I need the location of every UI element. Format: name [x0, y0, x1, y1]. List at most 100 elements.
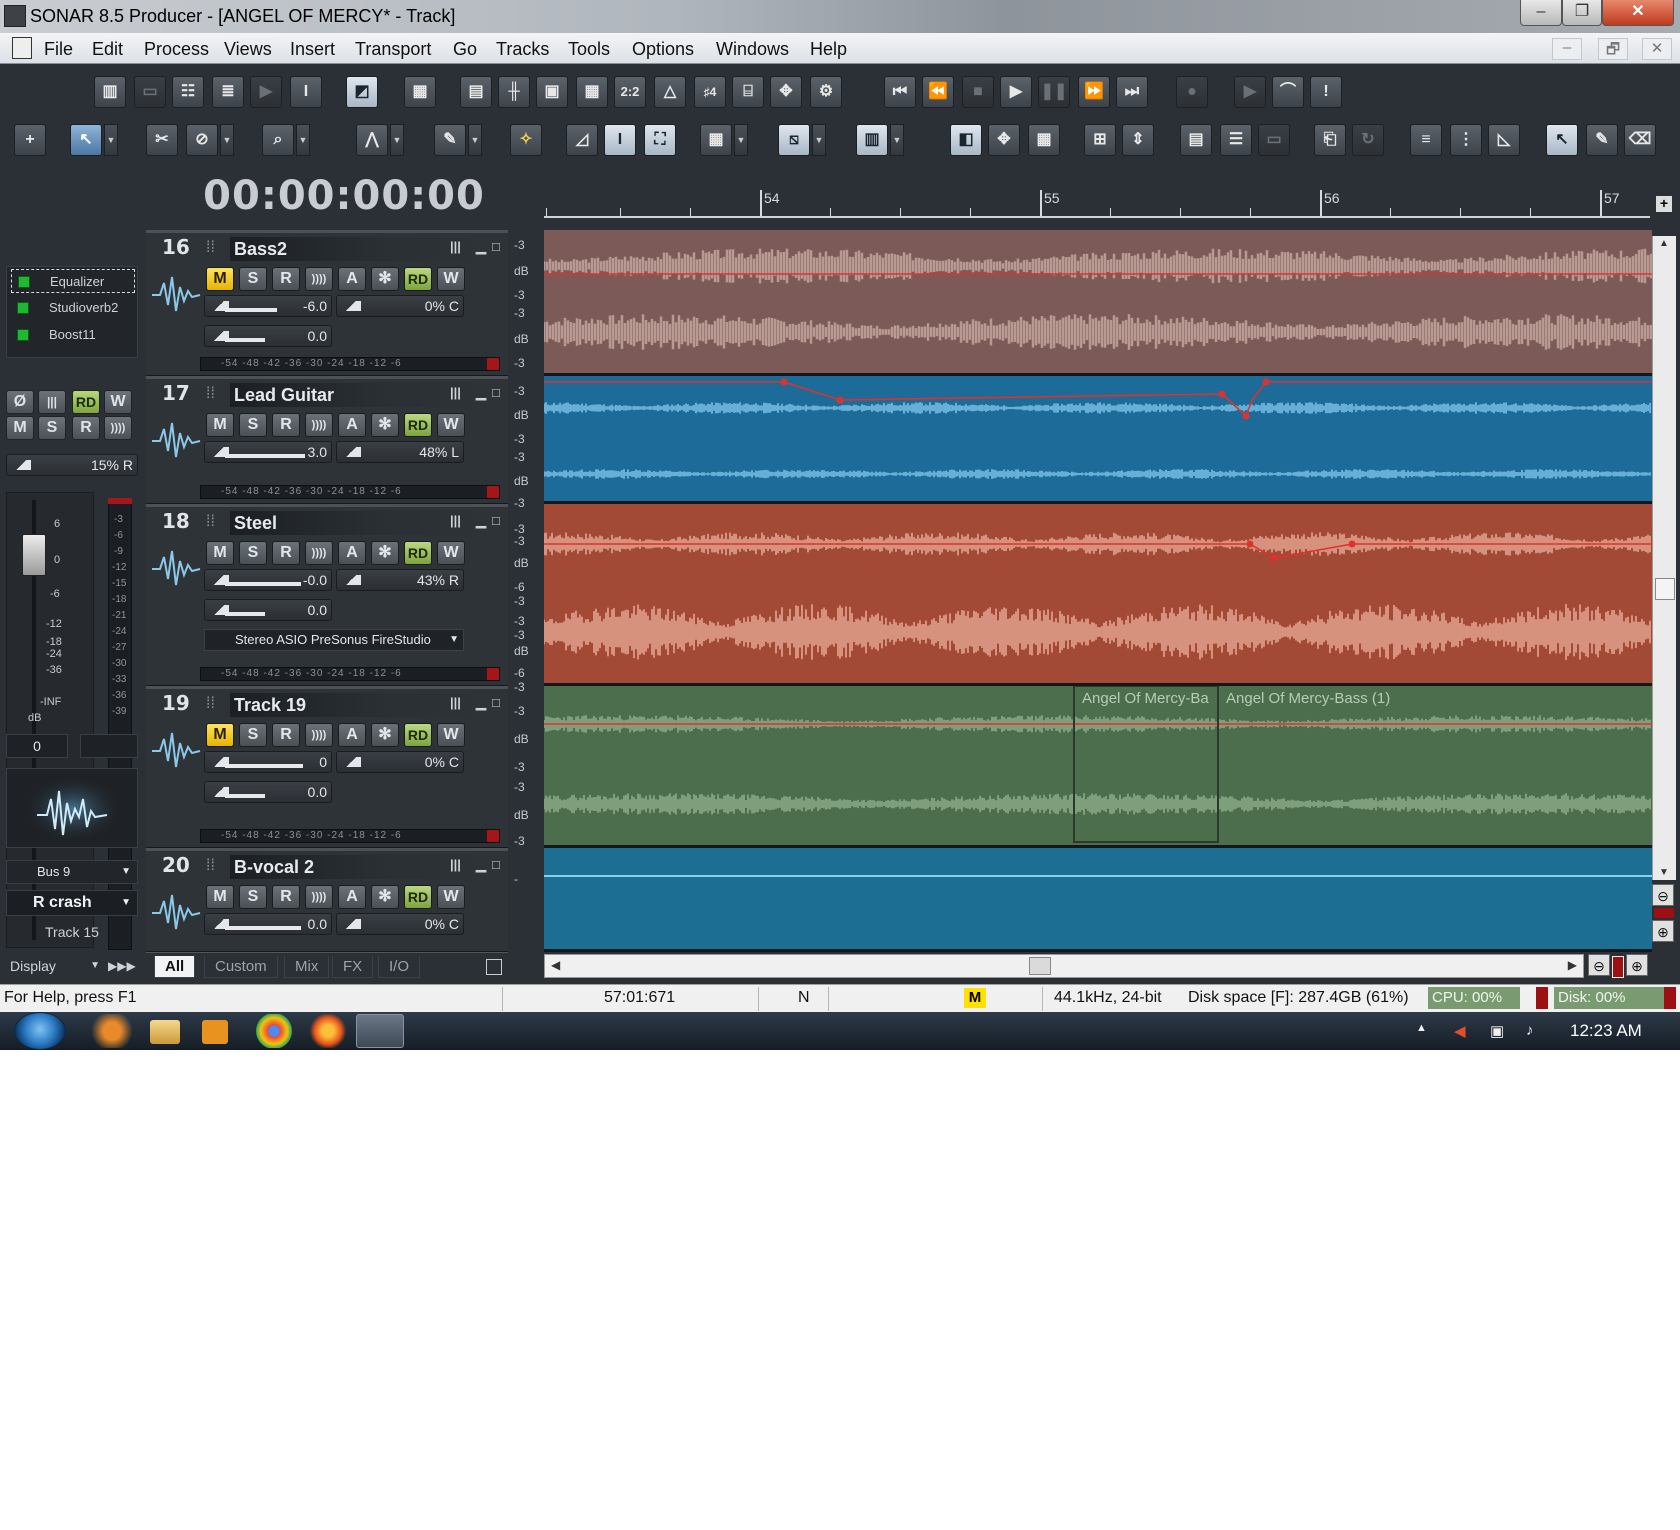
automation-read-button[interactable]: RD	[404, 267, 432, 291]
markers-view-icon[interactable]: ⌸	[732, 76, 764, 108]
key-sig-icon[interactable]: ♯4	[694, 76, 726, 108]
track-folder-icon[interactable]: ▭	[1258, 124, 1290, 156]
mixer-toggle-icon[interactable]: ⋮	[1450, 124, 1482, 156]
archive-button[interactable]: A	[338, 885, 366, 909]
zoom-in-horizontal-icon[interactable]: ⊕	[1626, 954, 1648, 976]
layout-dropdown[interactable]: ▼	[890, 124, 904, 156]
pan-slider[interactable]: 0% C	[336, 751, 464, 773]
expand-arrows-icon[interactable]: ▶▶▶	[108, 954, 136, 978]
solo-button[interactable]: S	[239, 885, 267, 909]
media-player-taskbar-icon[interactable]	[202, 1020, 228, 1044]
solo-button[interactable]: S	[239, 541, 267, 565]
fit-project-icon[interactable]: ⛶	[644, 124, 676, 156]
browser-view-icon[interactable]: ◩	[346, 76, 378, 108]
fx-enabled-led[interactable]	[17, 302, 29, 314]
automation-read-button[interactable]: RD	[404, 723, 432, 747]
clip-lane[interactable]	[544, 848, 1652, 952]
rewind-to-start-icon[interactable]: ⏮	[884, 76, 916, 108]
input-echo-button[interactable]: ))))	[305, 267, 333, 291]
archive-button[interactable]: A	[338, 541, 366, 565]
trim-slider[interactable]: 0.0	[204, 325, 332, 347]
interleave-button[interactable]: |||	[38, 390, 66, 414]
sonar-taskbar-icon[interactable]	[356, 1014, 404, 1048]
menu-tracks[interactable]: Tracks	[496, 39, 549, 60]
staff-view-icon[interactable]: ▭	[134, 76, 166, 108]
navigator-icon[interactable]: ✥	[770, 76, 802, 108]
pause-icon[interactable]: ❚❚	[1038, 76, 1070, 108]
track-maximize-icon[interactable]: □	[492, 513, 500, 528]
bus-selector[interactable]: Bus 9 ▼	[6, 860, 138, 884]
record-automation-icon[interactable]: ▶	[1234, 76, 1266, 108]
draw-tool-icon[interactable]: ✎	[434, 124, 466, 156]
record-arm-button[interactable]: R	[272, 885, 300, 909]
menu-tools[interactable]: Tools	[568, 39, 610, 60]
fx-bin[interactable]: Equalizer Studioverb2 Boost11	[6, 266, 138, 358]
zoom-in-horizontal-icon[interactable]: ◧	[950, 124, 982, 156]
horizontal-scroll-thumb[interactable]	[1029, 957, 1051, 975]
solo-button[interactable]: S	[239, 723, 267, 747]
menu-options[interactable]: Options	[632, 39, 694, 60]
track-minimize-icon[interactable]: ▁	[476, 239, 486, 255]
explorer-taskbar-icon[interactable]	[150, 1020, 180, 1044]
play-icon[interactable]: ▶	[1000, 76, 1032, 108]
phase-button[interactable]: Ø	[6, 390, 34, 414]
document-icon[interactable]	[12, 37, 32, 59]
fx-item[interactable]: Studioverb2	[11, 296, 135, 320]
scroll-left-icon[interactable]: ◀	[551, 958, 560, 972]
undo-history-icon[interactable]: ↻	[1352, 124, 1384, 156]
input-echo-button[interactable]: ))))	[305, 413, 333, 437]
volume-slider[interactable]: -0.0	[204, 569, 332, 591]
bounce-icon[interactable]: ⎗	[1314, 124, 1346, 156]
horizontal-zoom-slider[interactable]	[1612, 956, 1624, 978]
track-maximize-icon[interactable]: □	[492, 385, 500, 400]
track-name[interactable]: Steel	[230, 511, 480, 535]
tab-all[interactable]: All	[154, 956, 196, 978]
volume-slider[interactable]: 3.0	[204, 441, 332, 463]
tab-fx[interactable]: FX	[332, 956, 374, 978]
track-header[interactable]: 17 ⁞⁞ Lead Guitar ||| ▁ □ M S R )))) A ✻…	[146, 376, 508, 504]
tab-options-icon[interactable]	[486, 959, 502, 975]
crossfade-icon[interactable]: ⧅	[778, 124, 810, 156]
firefox-taskbar-icon[interactable]	[304, 1014, 352, 1048]
menu-process[interactable]: Process	[144, 39, 209, 60]
grip-icon[interactable]: ⁞⁞	[206, 385, 215, 403]
track-header[interactable]: 20 ⁞⁞ B-vocal 2 ||| ▁ □ M S R )))) A ✻ R…	[146, 848, 508, 952]
envelope-tool-icon[interactable]: ⋀	[356, 124, 388, 156]
vertical-zoom-slider[interactable]	[1654, 908, 1674, 918]
automation-write-button[interactable]: W	[437, 413, 465, 437]
track-minimize-icon[interactable]: ▁	[476, 513, 486, 529]
inspector-value-left[interactable]: 0	[6, 734, 68, 758]
automation-write-button[interactable]: W	[437, 541, 465, 565]
freeze-button[interactable]: ✻	[371, 267, 399, 291]
input-echo-button[interactable]: ))))	[305, 723, 333, 747]
mute-button[interactable]: M	[206, 541, 234, 565]
audio-snap-icon[interactable]: ◿	[566, 124, 598, 156]
solo-button[interactable]: S	[239, 413, 267, 437]
panic-icon[interactable]: !	[1310, 76, 1342, 108]
ruler-expand-button[interactable]: +	[1656, 196, 1672, 212]
inspector-mute-button[interactable]: M	[6, 416, 34, 440]
close-button[interactable]: ✕	[1602, 0, 1674, 26]
inspector-record-button[interactable]: R	[72, 416, 100, 440]
snap-icon[interactable]: ✧	[510, 124, 542, 156]
list-view-icon[interactable]: ≣	[212, 76, 244, 108]
mdi-restore-button[interactable]: 🗗	[1598, 38, 1628, 60]
timeline-ruler[interactable]: 54 55 56 57	[544, 170, 1650, 218]
scroll-right-icon[interactable]: ▶	[1568, 958, 1577, 972]
clip-lane[interactable]	[544, 504, 1652, 686]
trim-slider[interactable]: 0.0	[204, 781, 332, 803]
menu-insert[interactable]: Insert	[290, 39, 335, 60]
network-icon[interactable]: ▣	[1490, 1022, 1504, 1040]
freeze-button[interactable]: ✻	[371, 723, 399, 747]
track-name[interactable]: Track 19	[230, 693, 480, 717]
track-header[interactable]: 19 ⁞⁞ Track 19 ||| ▁ □ M S R )))) A ✻ RD…	[146, 686, 508, 848]
inspector-solo-button[interactable]: S	[38, 416, 66, 440]
zoom-out-vertical-icon[interactable]: ⊖	[1652, 884, 1674, 906]
record-icon[interactable]: ●	[1176, 76, 1208, 108]
menu-file[interactable]: File	[44, 39, 73, 60]
display-menu[interactable]: Display ▼	[4, 954, 104, 978]
clip-lane[interactable]	[544, 230, 1652, 376]
automation-write-button[interactable]: W	[437, 723, 465, 747]
synth-rack-icon[interactable]: ⚙	[810, 76, 842, 108]
track-header[interactable]: 18 ⁞⁞ Steel ||| ▁ □ M S R )))) A ✻ RD W …	[146, 504, 508, 686]
